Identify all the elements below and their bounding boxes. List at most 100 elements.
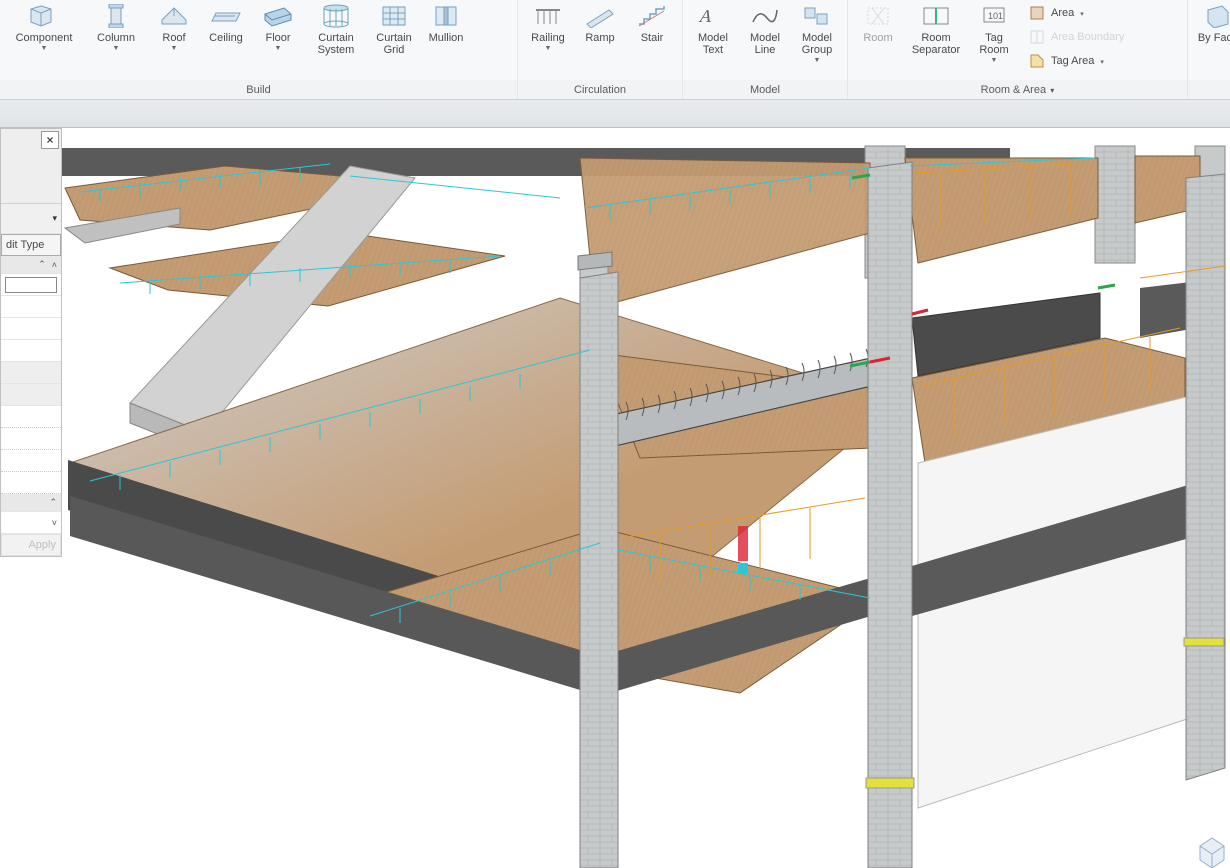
roof-button[interactable]: Roof ▼ — [148, 0, 200, 72]
section-toggle[interactable]: ⌃ ˄ — [1, 256, 61, 274]
model-group-label: Model Group — [795, 32, 839, 56]
property-row[interactable] — [1, 450, 61, 472]
chevron-down-icon: ▼ — [171, 45, 178, 52]
ceiling-button[interactable]: Ceiling — [200, 0, 252, 72]
curtain-grid-label: Curtain Grid — [372, 32, 416, 56]
mullion-icon — [430, 4, 462, 28]
property-row[interactable] — [1, 428, 61, 450]
model-line-icon — [749, 4, 781, 28]
model-text-button[interactable]: A Model Text — [687, 0, 739, 72]
area-button[interactable]: Area ▾ — [1026, 2, 1127, 24]
ramp-button[interactable]: Ramp — [574, 0, 626, 72]
column-icon — [100, 4, 132, 28]
section-toggle[interactable]: ⌃ — [1, 494, 61, 512]
property-row[interactable] — [1, 318, 61, 340]
roof-label: Roof — [162, 32, 185, 44]
3d-viewport[interactable] — [0, 128, 1230, 868]
ribbon-panel-circulation: Railing ▼ Ramp Stair Circulation — [518, 0, 683, 99]
svg-text:A: A — [697, 6, 716, 26]
stair-label: Stair — [641, 32, 664, 44]
property-row[interactable]: ˅ — [1, 512, 61, 534]
edit-type-button[interactable]: dit Type — [1, 234, 61, 256]
ceiling-icon — [210, 4, 242, 28]
ceiling-label: Ceiling — [209, 32, 243, 44]
property-row[interactable] — [1, 384, 61, 406]
scroll-up-icon[interactable]: ˄ — [52, 260, 57, 270]
model-line-label: Model Line — [743, 32, 787, 56]
svg-text:101: 101 — [988, 11, 1003, 21]
curtain-system-button[interactable]: Curtain System — [304, 0, 368, 72]
component-button[interactable]: Component ▼ — [4, 0, 84, 72]
ramp-label: Ramp — [585, 32, 614, 44]
property-row[interactable] — [1, 362, 61, 384]
room-separator-button[interactable]: Room Separator — [904, 0, 968, 72]
railing-icon — [532, 4, 564, 28]
chevron-down-icon[interactable]: ▾ — [52, 213, 57, 224]
ribbon-panel-by-face: By Face — [1188, 0, 1230, 99]
component-icon — [28, 4, 60, 28]
stair-button[interactable]: Stair — [626, 0, 678, 72]
model-text-icon: A — [697, 4, 729, 28]
room-area-panel-label[interactable]: Room & Area — [848, 80, 1187, 99]
property-row[interactable] — [1, 472, 61, 494]
apply-button: Apply — [1, 534, 61, 556]
build-panel-label: Build — [0, 80, 517, 99]
model-text-label: Model Text — [691, 32, 735, 56]
tag-area-label: Tag Area — [1051, 55, 1094, 67]
floor-icon — [262, 4, 294, 28]
ribbon-panel-room-area: Room Room Separator 101 Tag Room ▼ Area … — [848, 0, 1188, 99]
property-input-row[interactable] — [1, 274, 61, 296]
view-cube[interactable] — [1200, 838, 1224, 868]
curtain-grid-button[interactable]: Curtain Grid — [368, 0, 420, 72]
close-icon[interactable]: × — [41, 131, 59, 149]
room-separator-label: Room Separator — [908, 32, 964, 56]
room-separator-icon — [920, 4, 952, 28]
railing-button[interactable]: Railing ▼ — [522, 0, 574, 72]
curtain-system-icon — [320, 4, 352, 28]
curtain-grid-icon — [378, 4, 410, 28]
property-row[interactable] — [1, 296, 61, 318]
ramp-icon — [584, 4, 616, 28]
area-boundary-button: Area Boundary — [1026, 26, 1127, 48]
mullion-label: Mullion — [429, 32, 464, 44]
property-row[interactable] — [1, 340, 61, 362]
tag-room-icon: 101 — [978, 4, 1010, 28]
floor-button[interactable]: Floor ▼ — [252, 0, 304, 72]
3d-model-view[interactable] — [0, 128, 1230, 868]
curtain-system-label: Curtain System — [308, 32, 364, 56]
floor-label: Floor — [265, 32, 290, 44]
model-line-button[interactable]: Model Line — [739, 0, 791, 72]
chevron-up-icon: ⌃ — [49, 497, 57, 508]
ribbon-panel-build: Component ▼ Column ▼ Roof ▼ Ceiling Floo… — [0, 0, 518, 99]
by-face-label: By Face — [1198, 32, 1230, 44]
area-label: Area — [1051, 7, 1074, 19]
ribbon-panel-model: A Model Text Model Line Model Group ▼ Mo… — [683, 0, 848, 99]
property-row[interactable] — [1, 406, 61, 428]
tag-room-label: Tag Room — [972, 32, 1016, 56]
scroll-down-icon[interactable]: ˅ — [52, 518, 57, 528]
area-boundary-icon — [1029, 29, 1045, 45]
properties-palette: × ▾ dit Type ⌃ ˄ ⌃ ˅ Apply — [0, 128, 62, 557]
railing-label: Railing — [531, 32, 565, 44]
options-bar — [0, 100, 1230, 128]
chevron-down-icon: ▼ — [41, 45, 48, 52]
tag-area-icon — [1029, 53, 1045, 69]
tag-room-button[interactable]: 101 Tag Room ▼ — [968, 0, 1020, 72]
room-button: Room — [852, 0, 904, 72]
ribbon-toolbar: Component ▼ Column ▼ Roof ▼ Ceiling Floo… — [0, 0, 1230, 100]
room-icon — [862, 4, 894, 28]
model-group-button[interactable]: Model Group ▼ — [791, 0, 843, 72]
property-input[interactable] — [5, 277, 57, 293]
tag-area-button[interactable]: Tag Area ▾ — [1026, 50, 1127, 72]
column-button[interactable]: Column ▼ — [84, 0, 148, 72]
chevron-up-icon: ⌃ — [38, 259, 46, 270]
chevron-down-icon: ▼ — [545, 45, 552, 52]
area-icon — [1029, 5, 1045, 21]
by-face-button[interactable]: By Face — [1192, 0, 1230, 72]
chevron-down-icon: ▼ — [814, 57, 821, 64]
stair-icon — [636, 4, 668, 28]
mullion-button[interactable]: Mullion — [420, 0, 472, 72]
roof-icon — [158, 4, 190, 28]
model-group-icon — [801, 4, 833, 28]
area-boundary-label: Area Boundary — [1051, 31, 1124, 43]
